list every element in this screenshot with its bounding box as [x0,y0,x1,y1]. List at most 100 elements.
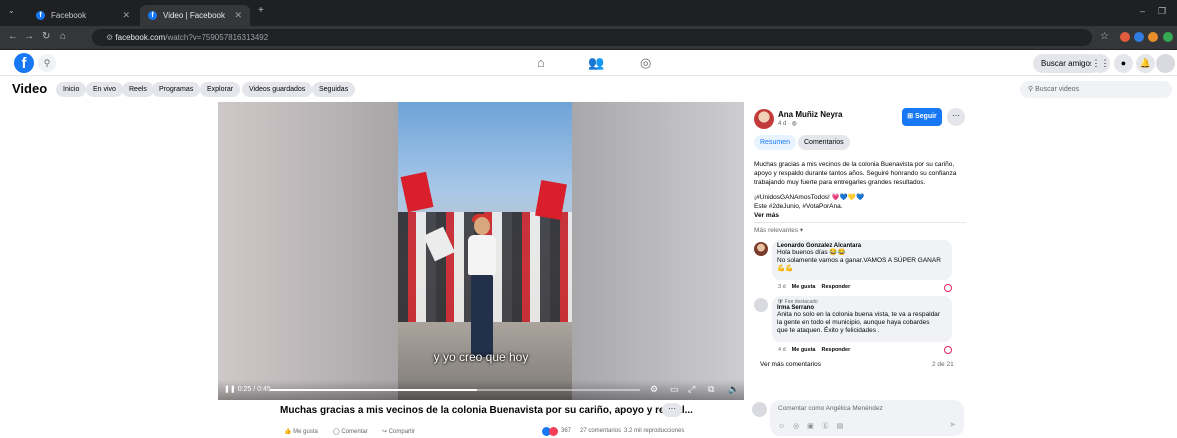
heart-reaction-icon [944,346,952,354]
extension-icon[interactable] [1120,32,1130,42]
comment-text: que te ataquen. Éxito y felicidades . [777,327,880,334]
minimize-button[interactable]: – [1140,6,1145,16]
video-caption: Muchas gracias a mis vecinos de la colon… [280,405,693,416]
forward-icon[interactable]: → [24,31,34,42]
comment-text: 💪💪 [777,265,794,272]
send-icon[interactable]: ➤ [949,420,956,429]
search-icon[interactable]: ⚲ [38,54,56,72]
comment-text: Anita no solo en la colonia buena vista,… [777,311,940,318]
menu-grid-icon[interactable]: ⋮⋮ [1091,54,1110,73]
post-options-button[interactable]: ··· [947,108,965,126]
commenter-avatar[interactable] [754,242,768,256]
home-icon[interactable]: ⌂ [60,31,66,42]
facebook-logo-icon[interactable]: f [14,53,34,73]
tab-resumen[interactable]: Resumen [754,135,796,150]
url-path: /watch?v=759057816313492 [165,33,269,42]
video-subtitle: y yo creo que hoy [433,350,529,364]
home-nav-icon[interactable]: ⌂ [537,55,545,70]
tab-comentarios[interactable]: Comentarios [798,135,850,150]
video-person [462,214,502,367]
post-hashtags: ¡#UnidosGANAmosTodos! 💗💙💛💙 Este #2deJuni… [754,193,864,220]
comment-reply-button[interactable]: Responder [822,284,851,290]
new-tab-button[interactable]: + [258,5,264,16]
comment-input-placeholder: Comentar como Angélica Menéndez [778,405,883,412]
captions-icon[interactable]: ▭ [670,384,679,395]
my-avatar [752,402,767,417]
share-label: Compartir [388,429,416,435]
comments-pagination: 2 de 21 [932,361,954,368]
play-pause-button[interactable]: ❚❚ 0:25 / 0:45 [224,385,271,393]
commenter-avatar[interactable] [754,298,768,312]
comment-meta: 3 d Me gusta Responder [778,284,850,290]
extension-icon[interactable] [1134,32,1144,42]
facebook-favicon-icon: f [36,11,45,20]
pill-inicio[interactable]: Inicio [56,82,87,97]
settings-gear-icon[interactable]: ⚙ [650,384,658,395]
video-progress-bar[interactable] [270,389,640,391]
bookmark-star-icon[interactable]: ☆ [1100,31,1109,42]
video-flag [400,171,434,213]
pill-en-vivo[interactable]: En vivo [86,82,123,97]
messenger-icon[interactable]: ● [1114,54,1133,73]
comment-time: 4 d [778,347,786,353]
account-avatar[interactable] [1156,54,1175,73]
comment-button[interactable]: ◯ Comentar [333,428,368,435]
share-button[interactable]: ↪ Compartir [382,428,415,435]
comment-like-button[interactable]: Me gusta [792,347,816,353]
video-more-button[interactable]: ··· [662,403,682,417]
hashtag-line[interactable]: Este #2deJunio, #VotaPorAna. [754,202,864,211]
follow-button[interactable]: ⊞ Seguir [902,108,942,126]
pill-videos-guardados[interactable]: Videos guardados [242,82,313,97]
pip-icon[interactable]: ⧉ [708,384,714,395]
expand-icon[interactable]: ⤢ [688,384,695,395]
gaming-nav-icon[interactable]: ◎ [640,55,651,71]
tab-facebook[interactable]: f Facebook ✕ [28,5,138,26]
tab-label: Video | Facebook [163,11,225,20]
comment-like-button[interactable]: Me gusta [792,284,816,290]
back-icon[interactable]: ← [8,31,18,42]
comment-text: No solamente vamos a ganar.VAMOS A SÚPER… [777,257,941,264]
pill-reels[interactable]: Reels [122,82,154,97]
url-host: facebook.com [115,33,166,42]
author-name[interactable]: Ana Muñiz Neyra [778,110,842,119]
tab-search-icon[interactable]: ⌄ [8,6,15,15]
comment-input[interactable]: Comentar como Angélica Menéndez ☺ ◎ ▣ ⓖ … [770,400,964,436]
video-search-input[interactable]: ⚲ Buscar videos [1020,81,1172,98]
comment-reply-button[interactable]: Responder [822,347,851,353]
views-count: 3.2 mil reproducciones [624,428,685,434]
comment-bubble: Leonardo Gonzalez Alcantara Hola buenos … [772,240,952,280]
comment-tools[interactable]: ☺ ◎ ▣ ⓖ ▤ [778,421,846,431]
see-more-link[interactable]: Ver más [754,211,864,220]
profile-avatar[interactable] [1163,32,1173,42]
heart-reaction-icon [944,284,952,292]
pill-seguidas[interactable]: Seguidas [312,82,356,97]
hashtag-line[interactable]: ¡#UnidosGANAmosTodos! 💗💙💛💙 [754,193,864,202]
extension-icon[interactable] [1148,32,1158,42]
more-comments-link[interactable]: Ver más comentarios [760,361,821,368]
restore-button[interactable]: ❐ [1158,6,1166,17]
author-avatar[interactable] [754,109,774,129]
comments-count[interactable]: 27 comentarios [580,428,621,434]
comment-bubble: 🛡 Fan destacado Irma Serrano Anita no so… [772,296,952,342]
tab-video-facebook[interactable]: f Video | Facebook ✕ [140,5,250,26]
like-label: Me gusta [293,429,318,435]
pill-explorar[interactable]: Explorar [200,82,241,97]
notifications-bell-icon[interactable]: 🔔 [1136,54,1155,73]
volume-icon[interactable]: 🔈 [728,384,739,395]
like-button[interactable]: 👍 Me gusta [284,428,318,435]
friends-nav-icon[interactable]: 👥 [588,55,604,71]
address-bar[interactable]: ⚙ facebook.com/watch?v=759057816313492 [92,29,1092,46]
video-time: 0:25 / 0:45 [237,386,271,393]
post-time: 4 d · ◍ [778,120,797,127]
video-player[interactable]: y yo creo que hoy ❚❚ 0:25 / 0:45 ⚙ ▭ ⤢ ⧉… [218,102,744,400]
reload-icon[interactable]: ↻ [42,31,50,42]
post-panel: Ana Muñiz Neyra 4 d · ◍ ⊞ Seguir ··· Res… [748,102,970,438]
close-tab-icon[interactable]: ✕ [234,10,242,21]
site-info-icon[interactable]: ⚙ [106,33,115,42]
pill-programas[interactable]: Programas [152,82,201,97]
reactions-count[interactable]: 367 [561,428,571,434]
sort-comments-dropdown[interactable]: Más relevantes ▾ [754,226,803,234]
close-tab-icon[interactable]: ✕ [122,10,130,21]
browser-tab-bar: ⌄ f Facebook ✕ f Video | Facebook ✕ + – … [0,0,1177,26]
video-subnav: Video Inicio En vivo Reels Programas Exp… [0,77,1177,101]
